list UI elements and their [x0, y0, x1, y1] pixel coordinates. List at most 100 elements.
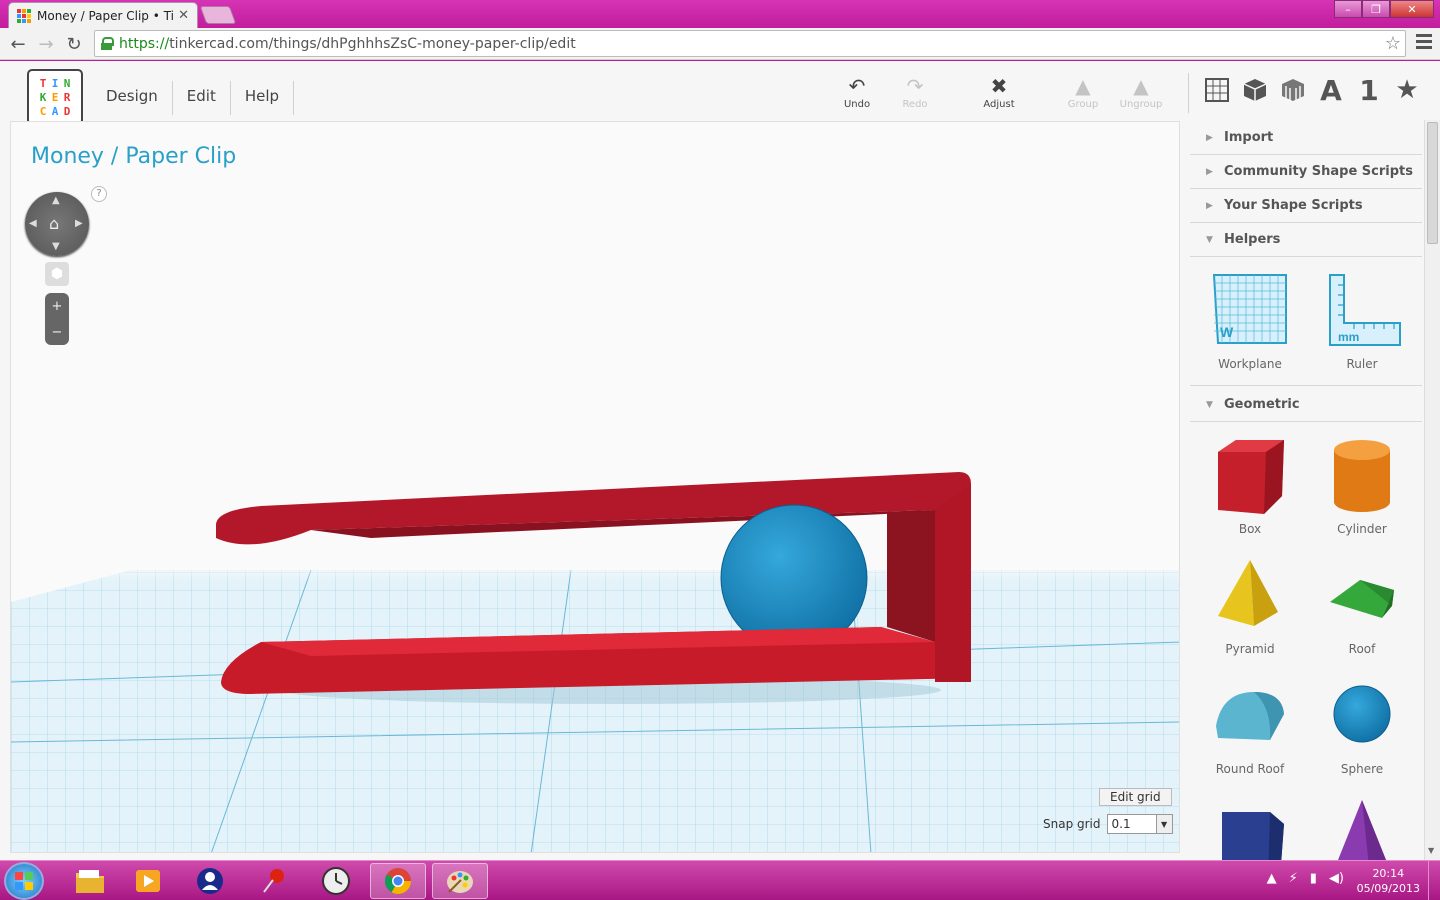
pan-left-icon[interactable]: ◀: [29, 218, 37, 229]
chevron-down-icon[interactable]: ▼: [1155, 815, 1172, 833]
windows-taskbar: ▲ ⚡ ▮ ◀) 20:14 05/09/2013: [0, 860, 1440, 900]
close-window-button[interactable]: ✕: [1390, 0, 1434, 18]
ortho-view-cube-icon[interactable]: ⬢: [45, 262, 69, 286]
3d-scene[interactable]: [11, 122, 1180, 853]
address-bar[interactable]: https://tinkercad.com/things/dhPghhhsZsC…: [94, 30, 1406, 57]
scrollbar-thumb[interactable]: [1427, 122, 1438, 244]
cylinder-icon: [1334, 440, 1390, 512]
user-icon: [197, 868, 223, 894]
media-player-taskbar-button[interactable]: [120, 863, 176, 899]
shape-ruler[interactable]: mm Ruler: [1306, 265, 1418, 385]
redo-label: Redo: [902, 99, 928, 110]
bookmark-star-icon[interactable]: ☆: [1385, 33, 1401, 54]
chrome-taskbar-button[interactable]: [370, 863, 426, 899]
section-geometric[interactable]: ▼ Geometric: [1190, 388, 1422, 422]
shape-label: Ruler: [1346, 357, 1378, 371]
sphere-icon: [1333, 685, 1391, 743]
clock-app-taskbar-button[interactable]: [308, 863, 364, 899]
logo-letter: A: [51, 105, 59, 118]
chrome-menu-icon[interactable]: [1416, 34, 1432, 50]
section-label: Import: [1224, 130, 1274, 145]
star-icon[interactable]: ★: [1388, 75, 1426, 105]
box-icon: [1218, 440, 1284, 514]
maximize-button[interactable]: ❐: [1362, 0, 1390, 18]
wireframe-icon[interactable]: [1274, 75, 1312, 105]
shape-cylinder[interactable]: Cylinder: [1306, 430, 1418, 550]
shape-round-roof[interactable]: Round Roof: [1194, 670, 1306, 790]
shape-sphere[interactable]: Sphere: [1306, 670, 1418, 790]
new-tab-button[interactable]: [199, 6, 237, 24]
browser-titlebar: Money / Paper Clip • Tink ✕ – ❐ ✕: [0, 0, 1440, 28]
menu-help[interactable]: Help: [231, 81, 295, 115]
group-button[interactable]: ▲ Group: [1058, 75, 1108, 110]
view-navigation-wheel[interactable]: ▲ ▼ ◀ ▶ ⌂: [25, 192, 89, 256]
shape-workplane[interactable]: W Workplane: [1194, 265, 1306, 385]
show-desktop-button[interactable]: [1428, 861, 1440, 900]
taskbar-clock[interactable]: 20:14 05/09/2013: [1357, 866, 1420, 896]
snap-grid-select[interactable]: 0.1 ▼: [1106, 814, 1173, 834]
clock-icon: [322, 867, 350, 895]
shape-cone[interactable]: [1306, 790, 1418, 860]
section-community-shape-scripts[interactable]: ▶ Community Shape Scripts: [1190, 155, 1422, 189]
help-icon[interactable]: ?: [91, 186, 107, 202]
shape-category-bar: A 1 ★: [1198, 74, 1426, 107]
tab-close-icon[interactable]: ✕: [178, 8, 189, 23]
workplane-icon: W: [1212, 274, 1287, 344]
browser-tab[interactable]: Money / Paper Clip • Tink ✕: [8, 2, 198, 28]
section-your-shape-scripts[interactable]: ▶ Your Shape Scripts: [1190, 189, 1422, 223]
shape-label: Pyramid: [1225, 642, 1275, 656]
scroll-down-icon[interactable]: ▼: [1428, 846, 1434, 855]
back-arrow-icon[interactable]: ←: [6, 32, 30, 56]
shape-roof[interactable]: Roof: [1306, 550, 1418, 670]
minimize-button[interactable]: –: [1334, 0, 1362, 18]
edit-grid-button[interactable]: Edit grid: [1099, 788, 1172, 806]
menu-design[interactable]: Design: [92, 81, 173, 115]
workplane-viewport[interactable]: Money / Paper Clip ▲ ▼ ◀ ▶ ⌂ ? ⬢ + − Edi…: [10, 121, 1180, 853]
section-import[interactable]: ▶ Import: [1190, 121, 1422, 155]
volume-icon[interactable]: ◀): [1329, 871, 1344, 886]
power-icon[interactable]: ⚡: [1289, 871, 1298, 886]
section-helpers[interactable]: ▼ Helpers: [1190, 223, 1422, 257]
toolbar-divider: [1188, 73, 1189, 113]
pan-down-icon[interactable]: ▼: [52, 241, 60, 252]
zoom-out-icon[interactable]: −: [52, 325, 63, 340]
collapse-arrow-icon: ▼: [1206, 399, 1213, 410]
cube-icon[interactable]: [1236, 75, 1274, 105]
tinkercad-logo[interactable]: T I N K E R C A D: [27, 69, 83, 125]
home-view-icon[interactable]: ⌂: [49, 214, 59, 233]
expand-arrow-icon: ▶: [1206, 132, 1213, 143]
window-controls: – ❐ ✕: [1334, 0, 1434, 18]
text-icon[interactable]: A: [1312, 74, 1350, 107]
user-app-taskbar-button[interactable]: [182, 863, 238, 899]
cone-icon: [1338, 800, 1386, 860]
number-icon[interactable]: 1: [1350, 74, 1388, 107]
start-button[interactable]: [4, 862, 44, 900]
adjust-label: Adjust: [983, 99, 1015, 110]
pin-app-taskbar-button[interactable]: [246, 863, 302, 899]
shape-pyramid[interactable]: Pyramid: [1194, 550, 1306, 670]
zoom-in-icon[interactable]: +: [52, 299, 63, 314]
ungroup-button[interactable]: ▲ Ungroup: [1116, 75, 1166, 110]
pan-up-icon[interactable]: ▲: [52, 195, 60, 206]
reload-icon[interactable]: ↻: [62, 32, 86, 56]
design-title[interactable]: Money / Paper Clip: [31, 144, 236, 169]
ungroup-label: Ungroup: [1119, 99, 1163, 110]
pushpin-icon: [263, 869, 284, 893]
panel-scrollbar[interactable]: ▼: [1424, 120, 1440, 860]
shape-box[interactable]: Box: [1194, 430, 1306, 550]
redo-button[interactable]: ↷ Redo: [890, 75, 940, 110]
pan-right-icon[interactable]: ▶: [75, 218, 83, 229]
media-player-icon: [136, 870, 160, 892]
network-icon[interactable]: ▮: [1310, 871, 1317, 886]
adjust-button[interactable]: ✖ Adjust: [974, 75, 1024, 110]
tinkercad-app: T I N K E R C A D Design Edit Help ↶ Und…: [0, 61, 1440, 860]
menu-edit[interactable]: Edit: [173, 81, 231, 115]
grid-icon[interactable]: [1198, 75, 1236, 105]
undo-button[interactable]: ↶ Undo: [832, 75, 882, 110]
collapse-arrow-icon: ▼: [1206, 234, 1213, 245]
shape-wedge[interactable]: [1194, 790, 1306, 860]
forward-arrow-icon[interactable]: →: [34, 32, 58, 56]
show-hidden-icons-icon[interactable]: ▲: [1267, 871, 1277, 886]
explorer-taskbar-button[interactable]: [62, 863, 118, 899]
paint-taskbar-button[interactable]: [432, 863, 488, 899]
